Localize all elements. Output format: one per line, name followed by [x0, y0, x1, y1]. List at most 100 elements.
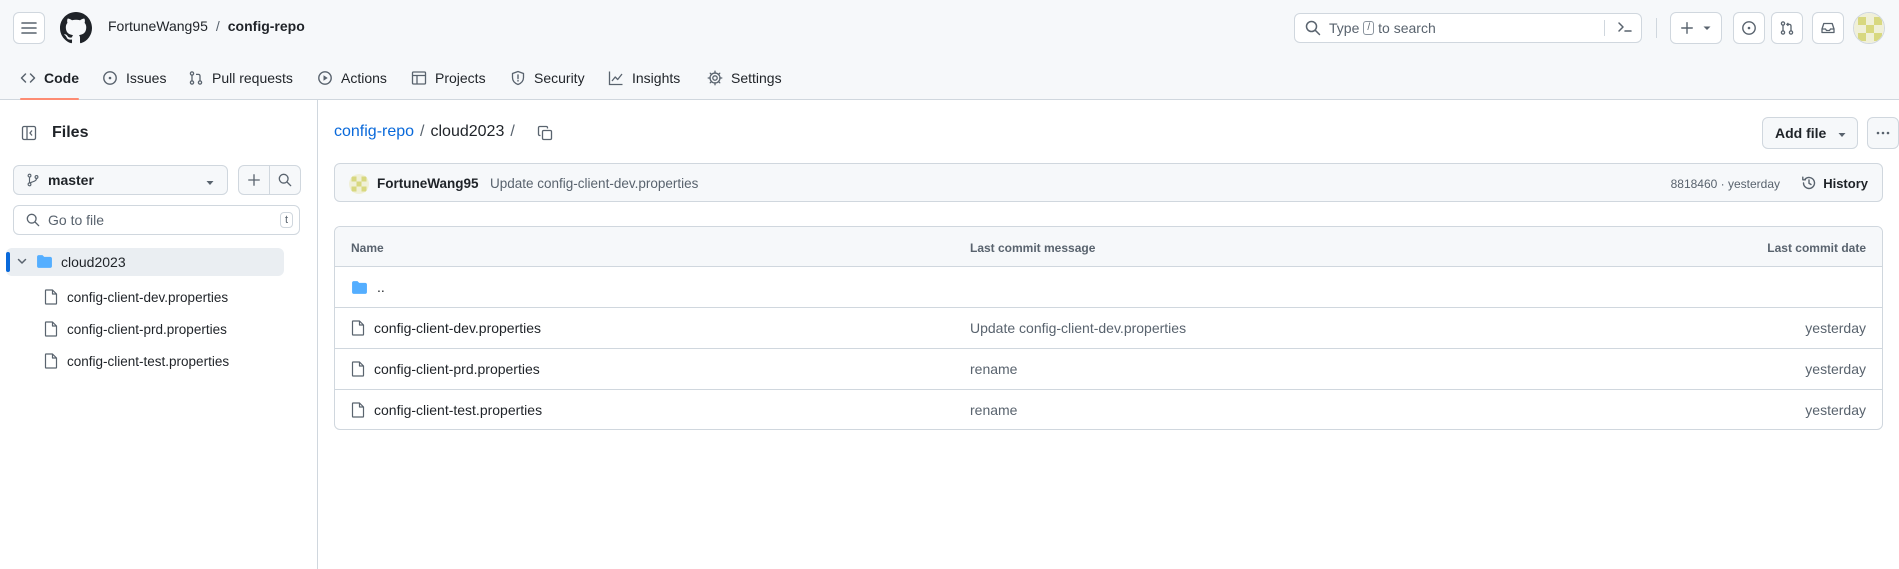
sidebar-collapse-icon — [21, 125, 37, 141]
inbox-icon — [1821, 22, 1835, 34]
commit-author-avatar[interactable] — [349, 174, 369, 194]
table-icon — [411, 71, 427, 85]
row-commit-message[interactable]: rename — [970, 402, 1017, 418]
breadcrumb-separator: / — [215, 18, 220, 34]
history-icon — [1802, 176, 1816, 190]
git-branch-icon — [27, 173, 39, 187]
triangle-down-icon — [206, 181, 214, 185]
search-divider — [1604, 20, 1605, 36]
collapse-sidebar-button[interactable] — [13, 117, 45, 149]
tab-insights[interactable]: Insights — [608, 56, 680, 100]
latest-commit-bar: FortuneWang95 Update config-client-dev.p… — [334, 163, 1883, 202]
file-link[interactable]: config-client-dev.properties — [351, 320, 541, 336]
selection-marker — [6, 252, 10, 272]
file-tree-sidebar: Files master Go to file t cloud2023 conf… — [0, 100, 318, 569]
path-current: cloud2023 — [430, 123, 505, 140]
path-separator: / — [420, 123, 425, 140]
file-path-breadcrumb: config-repo / cloud2023 / — [334, 123, 521, 141]
owner-link[interactable]: FortuneWang95 — [108, 18, 208, 34]
table-header: Name Last commit message Last commit dat… — [335, 227, 1882, 267]
tab-label: Issues — [126, 70, 167, 86]
pull-requests-button[interactable] — [1771, 12, 1803, 44]
go-to-file-shortcut: t — [279, 212, 293, 228]
tab-settings[interactable]: Settings — [707, 56, 782, 100]
repo-link[interactable]: config-repo — [228, 18, 305, 34]
add-file-dropdown-button[interactable]: Add file — [1762, 117, 1858, 149]
file-link[interactable]: config-client-prd.properties — [351, 361, 540, 377]
chevron-down-icon[interactable] — [16, 255, 28, 267]
commit-author[interactable]: FortuneWang95 — [377, 176, 479, 191]
top-bar: FortuneWang95 / config-repo Type / to se… — [0, 0, 1899, 56]
tab-security[interactable]: Security — [510, 56, 585, 100]
tab-label: Insights — [632, 70, 681, 86]
table-row: config-client-prd.properties rename yest… — [335, 349, 1882, 390]
row-commit-message[interactable]: Update config-client-dev.properties — [970, 320, 1186, 336]
table-row: config-client-test.properties rename yes… — [335, 390, 1882, 429]
issue-icon — [103, 71, 117, 85]
file-link[interactable]: config-client-test.properties — [351, 402, 542, 418]
tree-file[interactable]: config-client-prd.properties — [44, 315, 304, 343]
tab-code[interactable]: Code — [20, 56, 79, 100]
tab-label: Projects — [435, 70, 486, 86]
commit-sha-date[interactable]: 8818460 · yesterday — [1671, 177, 1780, 191]
file-list-table: Name Last commit message Last commit dat… — [334, 226, 1883, 430]
graph-icon — [608, 71, 623, 86]
shield-icon — [511, 70, 525, 86]
copy-path-button[interactable] — [533, 121, 557, 145]
header-divider — [1656, 18, 1657, 38]
column-header-message: Last commit message — [970, 241, 1096, 255]
add-file-button[interactable] — [238, 165, 270, 195]
issues-button[interactable] — [1733, 12, 1765, 44]
files-title: Files — [52, 124, 89, 141]
plus-icon — [248, 174, 260, 186]
avatar[interactable] — [1853, 12, 1885, 44]
parent-directory-link[interactable]: .. — [351, 279, 385, 295]
file-icon — [44, 289, 58, 305]
tree-folder-cloud2023[interactable]: cloud2023 — [6, 248, 284, 276]
parent-directory-label: .. — [377, 279, 385, 295]
file-name: config-client-prd.properties — [374, 361, 540, 377]
branch-selector[interactable]: master — [13, 165, 228, 195]
main-content: config-repo / cloud2023 / Add file Fortu… — [318, 100, 1899, 569]
parent-directory-row[interactable]: .. — [335, 267, 1882, 308]
path-separator: / — [510, 123, 515, 140]
tab-pull-requests[interactable]: Pull requests — [188, 56, 293, 100]
search-files-button[interactable] — [269, 165, 301, 195]
tab-projects[interactable]: Projects — [411, 56, 486, 100]
add-file-label: Add file — [1775, 125, 1827, 141]
go-to-file-placeholder: Go to file — [48, 212, 105, 228]
menu-button[interactable] — [13, 12, 45, 44]
branch-name: master — [48, 172, 94, 188]
tab-label: Code — [44, 70, 79, 86]
tree-file[interactable]: config-client-test.properties — [44, 347, 304, 375]
create-new-button[interactable] — [1670, 12, 1722, 44]
file-icon — [44, 353, 58, 369]
copy-icon — [537, 125, 553, 141]
tab-label: Actions — [341, 70, 387, 86]
file-icon — [351, 402, 365, 418]
tab-label: Pull requests — [212, 70, 293, 86]
row-commit-message[interactable]: rename — [970, 361, 1017, 377]
history-button[interactable]: History — [1801, 175, 1868, 191]
commit-message[interactable]: Update config-client-dev.properties — [490, 176, 698, 191]
row-commit-date: yesterday — [1805, 361, 1866, 377]
path-root-link[interactable]: config-repo — [334, 123, 414, 141]
tab-label: Settings — [731, 70, 782, 86]
pull-request-icon — [1780, 21, 1794, 35]
table-row: config-client-dev.properties Update conf… — [335, 308, 1882, 349]
github-logo-icon[interactable] — [60, 12, 92, 44]
tab-actions[interactable]: Actions — [317, 56, 387, 100]
more-options-button[interactable] — [1867, 117, 1899, 149]
search-placeholder-prefix: Type — [1329, 20, 1360, 36]
file-name: config-client-test.properties — [374, 402, 543, 418]
inbox-button[interactable] — [1812, 12, 1844, 44]
tree-file-label: config-client-prd.properties — [67, 321, 227, 337]
repo-header: FortuneWang95 / config-repo Type / to se… — [0, 0, 1899, 100]
code-icon — [20, 73, 36, 83]
tab-issues[interactable]: Issues — [102, 56, 166, 100]
go-to-file-input[interactable]: Go to file t — [13, 205, 300, 235]
command-palette-icon[interactable] — [1617, 19, 1633, 35]
row-commit-date: yesterday — [1805, 402, 1866, 418]
tree-file[interactable]: config-client-dev.properties — [44, 283, 304, 311]
search-input[interactable]: Type / to search — [1294, 13, 1642, 43]
